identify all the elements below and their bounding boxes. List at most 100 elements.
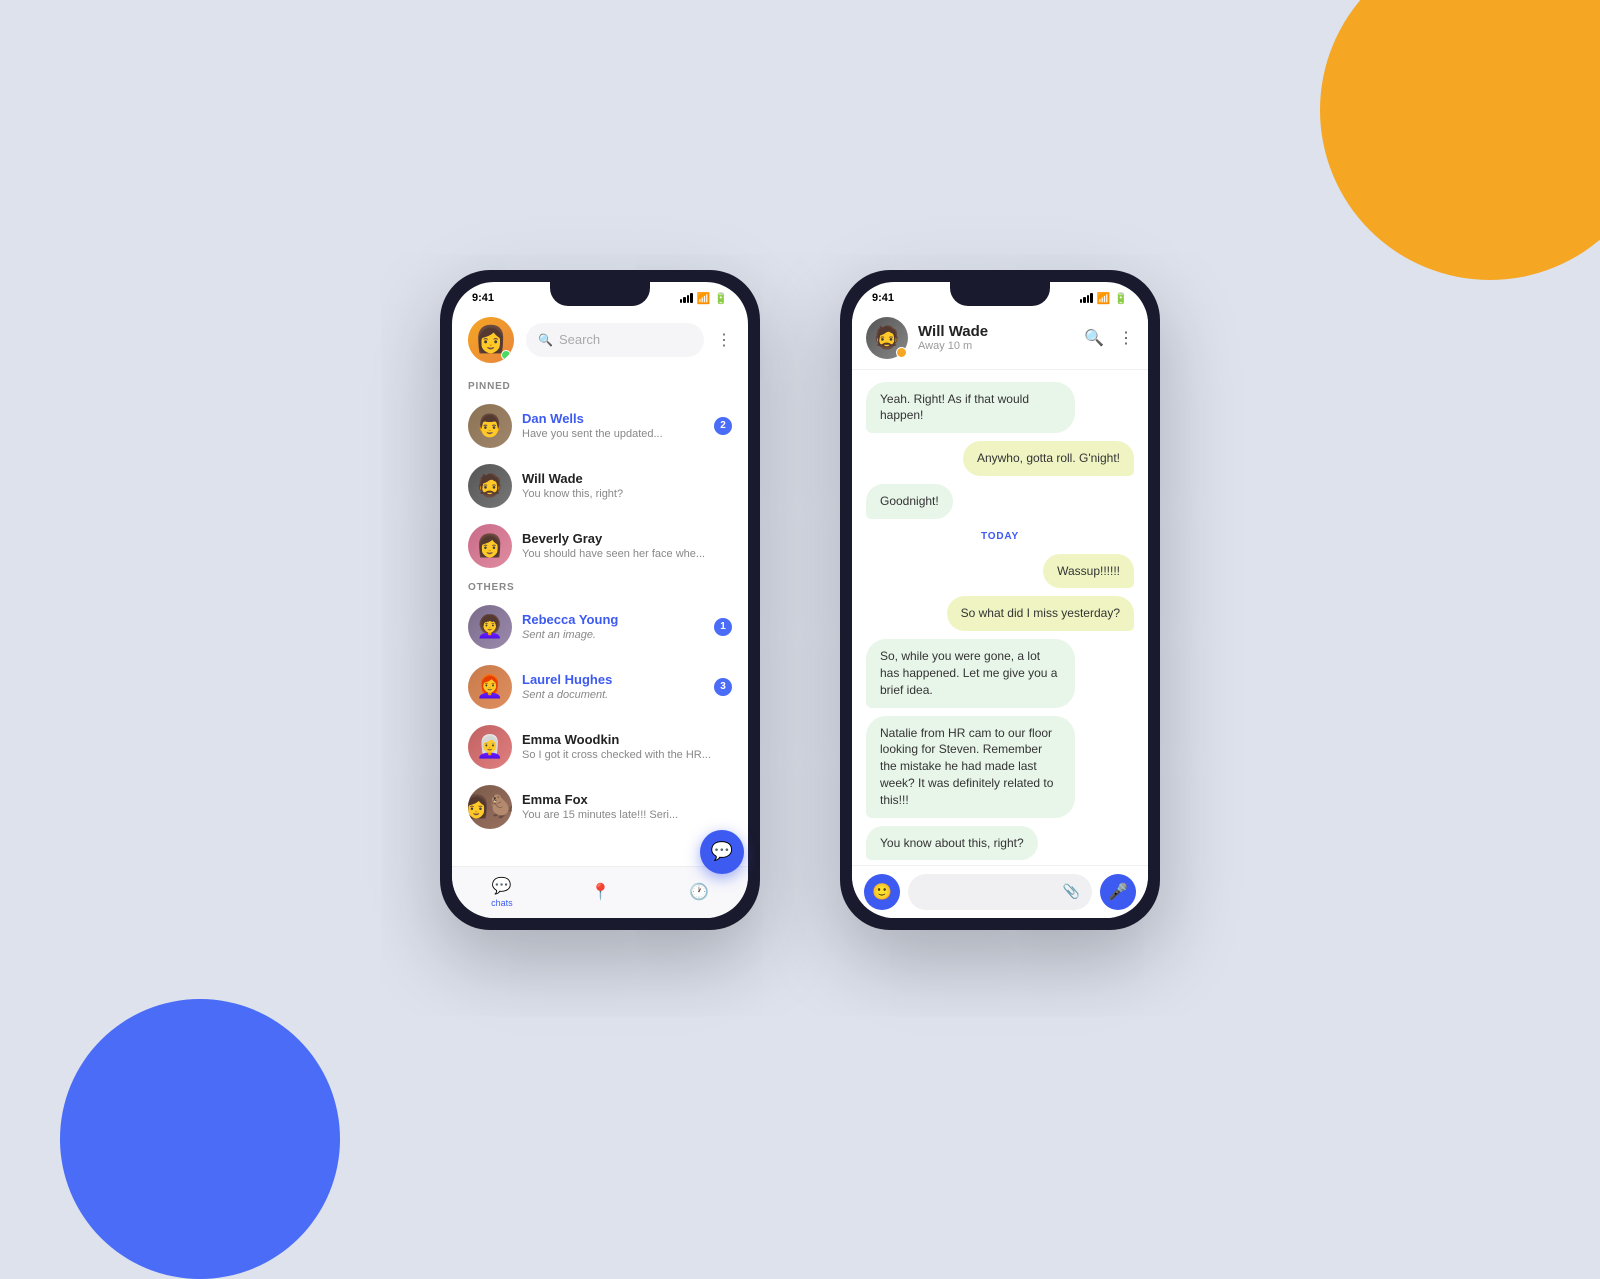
will-wade-avatar: 🧔: [866, 317, 908, 359]
chat-item-dan[interactable]: Dan Wells Have you sent the updated... 2: [452, 396, 748, 456]
avatar-will: [468, 464, 512, 508]
chat-name-rebecca: Rebecca Young: [522, 612, 704, 627]
chat-name-will: Will Wade: [522, 471, 732, 486]
chat-info-emma-f: Emma Fox You are 15 minutes late!!! Seri…: [522, 792, 732, 821]
battery-icon: 🔋: [714, 292, 728, 305]
phones-container: 9:41 📶 🔋: [440, 270, 1160, 930]
status-icons-2: 📶 🔋: [1080, 292, 1128, 305]
chat-info-emma-w: Emma Woodkin So I got it cross checked w…: [522, 732, 732, 761]
contact-status: Away 10 m: [918, 340, 1074, 352]
chat-preview-will: You know this, right?: [522, 488, 732, 500]
notch: [550, 282, 650, 306]
msg-9: You know about this, right?: [866, 826, 1038, 861]
signal-icon-2: [1080, 293, 1093, 303]
emoji-icon: 🙂: [872, 882, 892, 902]
more-detail-icon[interactable]: ⋮: [1118, 328, 1134, 348]
nav-history[interactable]: 🕐: [689, 882, 709, 902]
chat-detail-screen: 🧔 Will Wade Away 10 m 🔍 ⋮ Yeah. Right! A…: [852, 309, 1148, 918]
avatar-dan: [468, 404, 512, 448]
search-placeholder: Search: [559, 332, 600, 347]
chat-name-emma-f: Emma Fox: [522, 792, 732, 807]
chat-name-beverly: Beverly Gray: [522, 531, 732, 546]
chat-item-emma-w[interactable]: Emma Woodkin So I got it cross checked w…: [452, 717, 748, 777]
emoji-button[interactable]: 🙂: [864, 874, 900, 910]
msg-5: Wassup!!!!!!: [1043, 554, 1134, 589]
search-icon: 🔍: [538, 333, 553, 347]
chat-list-screen: 🔍 Search ⋮ PINNED Dan Wells: [452, 309, 748, 918]
status-icons-1: 📶 🔋: [680, 292, 728, 305]
chat-list: Dan Wells Have you sent the updated... 2…: [452, 396, 748, 866]
others-label: OTHERS: [452, 576, 748, 597]
msg-7: So, while you were gone, a lot has happe…: [866, 639, 1075, 707]
chat-item-laurel[interactable]: Laurel Hughes Sent a document. 3: [452, 657, 748, 717]
bottom-nav: 💬 chats 📍 🕐: [452, 866, 748, 918]
chat-preview-dan: Have you sent the updated...: [522, 428, 704, 440]
compose-button[interactable]: 💬: [700, 830, 744, 874]
compose-icon: 💬: [711, 841, 733, 862]
microphone-icon: 🎤: [1108, 882, 1128, 902]
badge-rebecca: 1: [714, 618, 732, 636]
chat-info-beverly: Beverly Gray You should have seen her fa…: [522, 531, 732, 560]
wifi-icon: 📶: [697, 292, 711, 305]
msg-3: Goodnight!: [866, 484, 953, 519]
current-user-avatar[interactable]: [468, 317, 514, 363]
chat-info-laurel: Laurel Hughes Sent a document.: [522, 672, 704, 701]
wifi-icon-2: 📶: [1097, 292, 1111, 305]
chat-preview-laurel: Sent a document.: [522, 689, 704, 701]
attachment-icon[interactable]: 📎: [1063, 883, 1080, 900]
chat-name-laurel: Laurel Hughes: [522, 672, 704, 687]
status-time-2: 9:41: [872, 292, 894, 304]
chat-item-emma-f[interactable]: Emma Fox You are 15 minutes late!!! Seri…: [452, 777, 748, 837]
search-detail-icon[interactable]: 🔍: [1084, 328, 1104, 348]
blue-blob: [60, 999, 340, 1279]
phone-chat-list: 9:41 📶 🔋: [440, 270, 760, 930]
chat-preview-emma-f: You are 15 minutes late!!! Seri...: [522, 809, 732, 821]
chat-info-will: Will Wade You know this, right?: [522, 471, 732, 500]
status-time-1: 9:41: [472, 292, 494, 304]
date-divider: TODAY: [866, 527, 1134, 546]
pinned-label: PINNED: [452, 375, 748, 396]
detail-header: 🧔 Will Wade Away 10 m 🔍 ⋮: [852, 309, 1148, 370]
messages-area: Yeah. Right! As if that would happen! An…: [852, 370, 1148, 865]
location-nav-icon: 📍: [591, 882, 611, 902]
chat-item-will[interactable]: Will Wade You know this, right?: [452, 456, 748, 516]
chats-nav-icon: 💬: [492, 876, 512, 896]
nav-location[interactable]: 📍: [591, 882, 611, 902]
chats-nav-label: chats: [491, 898, 513, 908]
voice-button[interactable]: 🎤: [1100, 874, 1136, 910]
detail-actions: 🔍 ⋮: [1084, 328, 1134, 348]
orange-blob: [1320, 0, 1600, 280]
more-options-icon[interactable]: ⋮: [716, 330, 732, 350]
msg-1: Yeah. Right! As if that would happen!: [866, 382, 1075, 434]
phone-chat-detail: 9:41 📶 🔋 🧔: [840, 270, 1160, 930]
chat-item-beverly[interactable]: Beverly Gray You should have seen her fa…: [452, 516, 748, 576]
notch-2: [950, 282, 1050, 306]
chat-preview-emma-w: So I got it cross checked with the HR...: [522, 749, 732, 761]
avatar-emma-fox: [468, 785, 512, 829]
will-wade-avatar-face: 🧔: [873, 325, 900, 351]
search-bar[interactable]: 🔍 Search: [526, 323, 704, 357]
avatar-laurel: [468, 665, 512, 709]
chat-name-emma-w: Emma Woodkin: [522, 732, 732, 747]
chat-item-rebecca[interactable]: Rebecca Young Sent an image. 1: [452, 597, 748, 657]
badge-dan: 2: [714, 417, 732, 435]
msg-2: Anywho, gotta roll. G'night!: [963, 441, 1134, 476]
chat-preview-rebecca: Sent an image.: [522, 629, 704, 641]
history-nav-icon: 🕐: [689, 882, 709, 902]
input-bar: 🙂 📎 🎤: [852, 865, 1148, 918]
message-input[interactable]: 📎: [908, 874, 1092, 910]
chat-list-header: 🔍 Search ⋮: [452, 309, 748, 375]
contact-name-status: Will Wade Away 10 m: [918, 323, 1074, 352]
signal-icon: [680, 293, 693, 303]
nav-chats[interactable]: 💬 chats: [491, 876, 513, 908]
avatar-beverly: [468, 524, 512, 568]
chat-info-dan: Dan Wells Have you sent the updated...: [522, 411, 704, 440]
chat-preview-beverly: You should have seen her face whe...: [522, 548, 732, 560]
avatar-emma-woodkin: [468, 725, 512, 769]
battery-icon-2: 🔋: [1114, 292, 1128, 305]
avatar-rebecca: [468, 605, 512, 649]
chat-name-dan: Dan Wells: [522, 411, 704, 426]
msg-6: So what did I miss yesterday?: [947, 596, 1134, 631]
contact-name: Will Wade: [918, 323, 1074, 340]
msg-8: Natalie from HR cam to our floor looking…: [866, 716, 1075, 818]
